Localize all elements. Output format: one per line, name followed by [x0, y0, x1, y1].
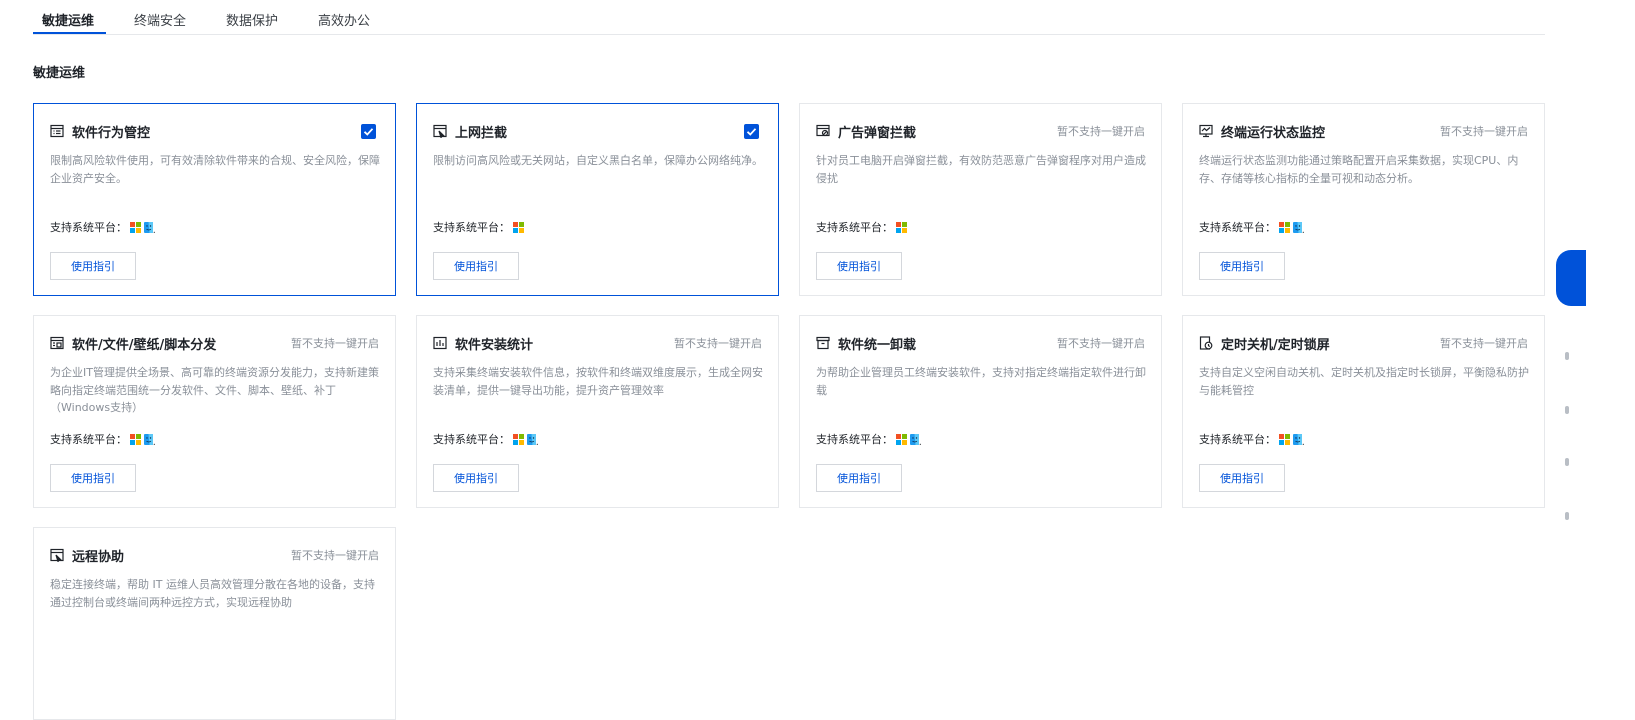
windows-icon — [896, 433, 910, 445]
feature-card[interactable]: 软件统一卸载 暂不支持一键开启为帮助企业管理员工终端安装软件，支持对指定终端指定软… — [799, 315, 1162, 508]
card-title: 软件统一卸载 — [838, 338, 917, 353]
platform-label: 支持系统平台： — [1199, 221, 1276, 234]
guide-button[interactable]: 使用指引 — [433, 464, 519, 492]
tab-agile-ops[interactable]: 敏捷运维 — [33, 10, 106, 34]
windows-icon — [896, 221, 910, 233]
platform-row: 支持系统平台： — [50, 432, 158, 446]
feature-card[interactable]: 软件行为管控限制高风险软件使用，可有效清除软件带来的合规、安全风险，保障企业资产… — [33, 103, 396, 296]
tab-bar: 敏捷运维 终端安全 数据保护 高效办公 — [33, 0, 1545, 35]
side-toolbar-icon[interactable] — [1565, 406, 1569, 414]
mac-icon — [910, 433, 924, 445]
tab-data-protection[interactable]: 数据保护 — [226, 10, 278, 34]
card-title: 远程协助 — [72, 550, 125, 565]
guide-button[interactable]: 使用指引 — [1199, 464, 1285, 492]
section-title: 敏捷运维 — [33, 66, 86, 81]
guide-button[interactable]: 使用指引 — [816, 252, 902, 280]
feature-card[interactable]: 远程协助 暂不支持一键开启稳定连接终端，帮助 IT 运维人员高效管理分散在各地的设… — [33, 527, 396, 720]
status-text: 暂不支持一键开启 — [291, 549, 379, 562]
feature-card[interactable]: 广告弹窗拦截 暂不支持一键开启针对员工电脑开启弹窗拦截，有效防范恶意广告弹窗程序对… — [799, 103, 1162, 296]
side-toolbar-icon[interactable] — [1565, 512, 1569, 520]
web-block-icon — [433, 124, 447, 138]
platform-row: 支持系统平台： — [433, 220, 527, 234]
feature-card[interactable]: 软件安装统计 暂不支持一键开启支持采集终端安装软件信息，按软件和终端双维度展示，生… — [416, 315, 779, 508]
feature-card[interactable]: 上网拦截限制访问高风险或无关网站，自定义黑白名单，保障办公网络纯净。 支持系统平台… — [416, 103, 779, 296]
card-description: 针对员工电脑开启弹窗拦截，有效防范恶意广告弹窗程序对用户造成侵扰 — [816, 154, 1146, 185]
check-icon — [363, 128, 374, 136]
stats-icon — [433, 336, 447, 350]
card-title: 软件/文件/壁纸/脚本分发 — [72, 338, 217, 353]
status-text: 暂不支持一键开启 — [674, 337, 762, 350]
feature-card[interactable]: 终端运行状态监控 暂不支持一键开启终端运行状态监测功能通过策略配置开启采集数据，实… — [1182, 103, 1545, 296]
side-toolbar-icon[interactable] — [1565, 352, 1569, 360]
mac-icon — [527, 433, 541, 445]
card-description: 稳定连接终端，帮助 IT 运维人员高效管理分散在各地的设备，支持通过控制台或终端… — [50, 578, 375, 609]
platform-label: 支持系统平台： — [433, 221, 510, 234]
windows-icon — [513, 433, 527, 445]
guide-button[interactable]: 使用指引 — [50, 464, 136, 492]
guide-button[interactable]: 使用指引 — [433, 252, 519, 280]
enable-checkbox[interactable] — [361, 124, 376, 139]
status-text: 暂不支持一键开启 — [1057, 125, 1145, 138]
status-text: 暂不支持一键开启 — [291, 337, 379, 350]
remote-icon — [50, 548, 64, 562]
mac-icon — [1293, 433, 1307, 445]
card-description: 为企业IT管理提供全场景、高可靠的终端资源分发能力，支持新建策略向指定终端范围统… — [50, 366, 379, 414]
platform-label: 支持系统平台： — [50, 433, 127, 446]
platform-label: 支持系统平台： — [50, 221, 127, 234]
guide-button[interactable]: 使用指引 — [816, 464, 902, 492]
windows-icon — [130, 221, 144, 233]
card-description: 终端运行状态监测功能通过策略配置开启采集数据，实现CPU、内存、存储等核心指标的… — [1199, 154, 1519, 185]
windows-icon — [1279, 221, 1293, 233]
card-title: 软件安装统计 — [455, 338, 534, 353]
mac-icon — [144, 221, 158, 233]
windows-icon — [513, 221, 527, 233]
list-icon — [50, 124, 64, 138]
platform-label: 支持系统平台： — [433, 433, 510, 446]
platform-row: 支持系统平台： — [816, 432, 924, 446]
side-toolbar-icon[interactable] — [1565, 458, 1569, 466]
tab-endpoint-security[interactable]: 终端安全 — [134, 10, 186, 34]
feature-card[interactable]: 定时关机/定时锁屏 暂不支持一键开启支持自定义空闲自动关机、定时关机及指定时长锁屏… — [1182, 315, 1545, 508]
uninstall-icon — [816, 336, 830, 350]
card-description: 限制访问高风险或无关网站，自定义黑白名单，保障办公网络纯净。 — [433, 154, 763, 167]
monitor-icon — [1199, 124, 1213, 138]
popup-block-icon — [816, 124, 830, 138]
card-title: 上网拦截 — [455, 126, 508, 141]
platform-row: 支持系统平台： — [816, 220, 910, 234]
tab-efficient-office[interactable]: 高效办公 — [318, 10, 370, 34]
card-description: 为帮助企业管理员工终端安装软件，支持对指定终端指定软件进行卸载 — [816, 366, 1146, 397]
card-description: 限制高风险软件使用，可有效清除软件带来的合规、安全风险，保障企业资产安全。 — [50, 154, 380, 185]
guide-button[interactable]: 使用指引 — [1199, 252, 1285, 280]
card-title: 软件行为管控 — [72, 126, 151, 141]
card-title: 广告弹窗拦截 — [838, 126, 917, 141]
floating-help-button[interactable] — [1556, 250, 1586, 306]
timer-icon — [1199, 336, 1213, 350]
windows-icon — [1279, 433, 1293, 445]
platform-row: 支持系统平台： — [1199, 432, 1307, 446]
card-title: 终端运行状态监控 — [1221, 126, 1326, 141]
platform-label: 支持系统平台： — [816, 221, 893, 234]
mac-icon — [144, 433, 158, 445]
status-text: 暂不支持一键开启 — [1057, 337, 1145, 350]
guide-button[interactable]: 使用指引 — [50, 252, 136, 280]
windows-icon — [130, 433, 144, 445]
platform-row: 支持系统平台： — [433, 432, 541, 446]
feature-card[interactable]: 软件/文件/壁纸/脚本分发 暂不支持一键开启为企业IT管理提供全场景、高可靠的终端… — [33, 315, 396, 508]
card-title: 定时关机/定时锁屏 — [1221, 338, 1330, 353]
platform-label: 支持系统平台： — [1199, 433, 1276, 446]
mac-icon — [1293, 221, 1307, 233]
card-description: 支持采集终端安装软件信息，按软件和终端双维度展示，生成全网安装清单，提供一键导出… — [433, 366, 763, 397]
check-icon — [746, 128, 757, 136]
platform-row: 支持系统平台： — [50, 220, 158, 234]
platform-row: 支持系统平台： — [1199, 220, 1307, 234]
distribute-icon — [50, 336, 64, 350]
status-text: 暂不支持一键开启 — [1440, 125, 1528, 138]
platform-label: 支持系统平台： — [816, 433, 893, 446]
enable-checkbox[interactable] — [744, 124, 759, 139]
status-text: 暂不支持一键开启 — [1440, 337, 1528, 350]
card-description: 支持自定义空闲自动关机、定时关机及指定时长锁屏，平衡隐私防护与能耗管控 — [1199, 366, 1529, 397]
